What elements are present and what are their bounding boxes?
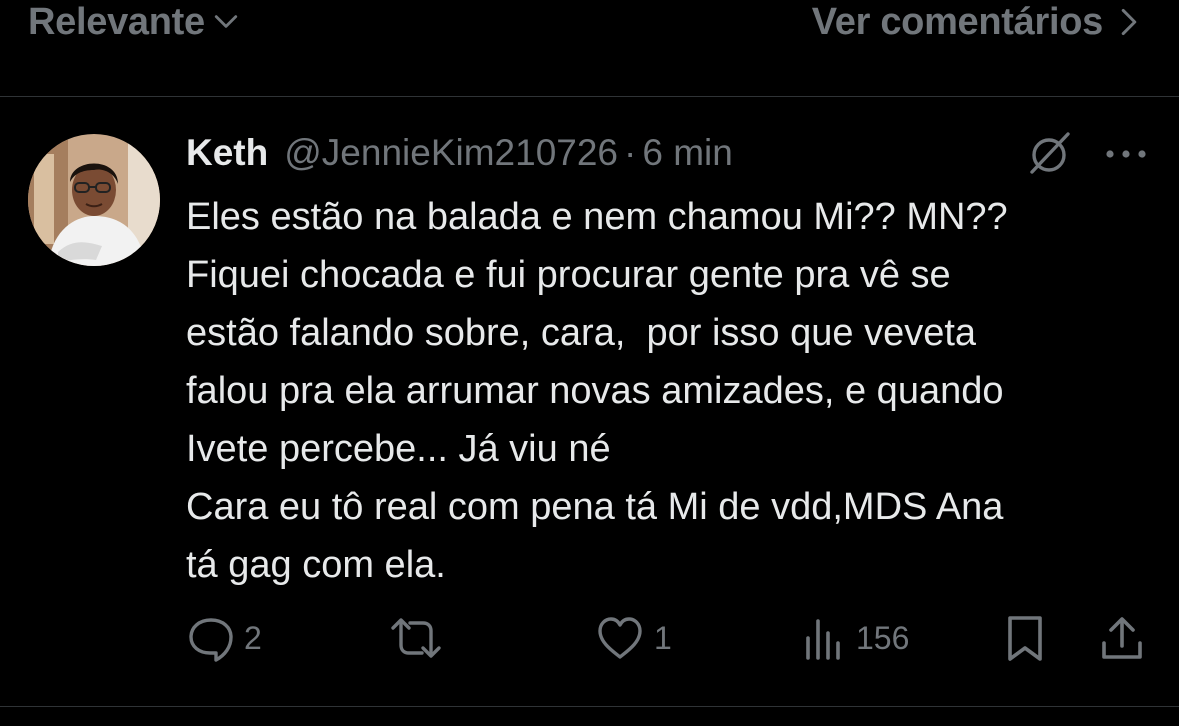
- tweet-text: Eles estão na balada e nem chamou Mi?? M…: [186, 196, 1008, 586]
- repost-button[interactable]: [386, 610, 454, 666]
- separator-dot: ·: [624, 132, 637, 173]
- views-icon: [806, 619, 840, 660]
- timestamp[interactable]: 6 min: [642, 132, 732, 174]
- reply-button[interactable]: 2: [186, 610, 262, 666]
- bookmark-icon: [1008, 616, 1042, 661]
- view-comments-link[interactable]: Ver comentários: [812, 0, 1141, 44]
- bookmark-button[interactable]: [1002, 610, 1048, 666]
- share-icon: [1102, 617, 1142, 659]
- profile-photo-icon: [28, 134, 160, 266]
- avatar[interactable]: [28, 134, 160, 266]
- grok-icon[interactable]: [1024, 128, 1074, 178]
- heart-icon: [598, 617, 642, 659]
- replies-toolbar: Relevante Ver comentários: [0, 0, 1179, 97]
- repost-icon: [391, 618, 441, 658]
- sort-label: Relevante: [28, 0, 205, 43]
- reply-count: 2: [244, 619, 262, 656]
- views-button[interactable]: 156: [800, 610, 909, 666]
- views-count: 156: [856, 619, 910, 656]
- like-count: 1: [654, 619, 672, 656]
- sort-dropdown-button[interactable]: Relevante: [28, 0, 239, 44]
- reply-icon: [189, 618, 233, 662]
- more-options-icon[interactable]: [1102, 136, 1150, 172]
- tweet-header: Keth @JennieKim210726 · 6 min: [186, 130, 733, 176]
- display-name[interactable]: Keth: [186, 132, 268, 174]
- view-comments-label: Ver comentários: [811, 0, 1104, 43]
- divider: [0, 706, 1179, 707]
- share-button[interactable]: [1098, 610, 1146, 666]
- like-button[interactable]: 1: [594, 610, 672, 666]
- chevron-right-icon: [1121, 8, 1137, 36]
- chevron-down-icon: [214, 15, 238, 28]
- user-handle[interactable]: @JennieKim210726: [284, 132, 618, 174]
- tweet-actions: 2 1 156: [186, 610, 1156, 666]
